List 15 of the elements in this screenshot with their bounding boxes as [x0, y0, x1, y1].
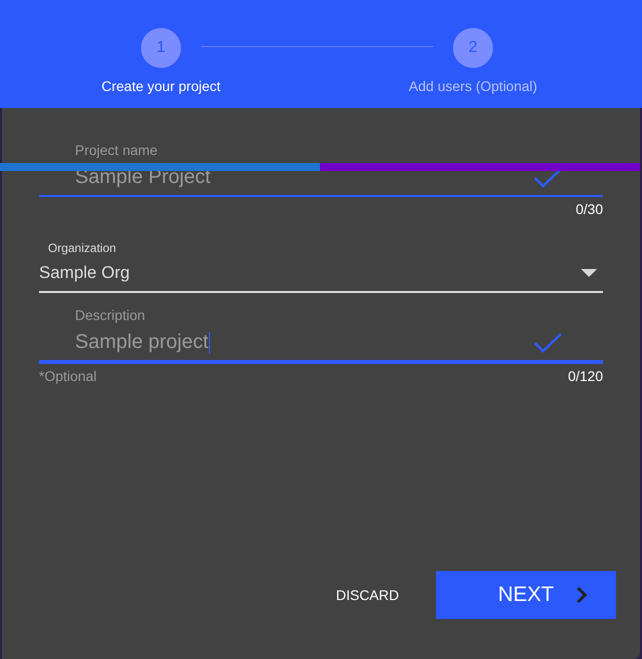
- text-field[interactable]: Description Sample project: [39, 303, 603, 364]
- discard-button[interactable]: DISCARD: [336, 581, 399, 609]
- select-field[interactable]: Sample Org: [39, 255, 603, 293]
- dropdown-caret-icon: [581, 269, 597, 277]
- field-value: Sample project: [75, 331, 210, 354]
- chevron-right-icon: [576, 586, 588, 604]
- helper-text: *Optional: [39, 368, 97, 384]
- field-label: Organization: [48, 241, 118, 255]
- character-counter: 0/30: [576, 201, 603, 217]
- step-label[interactable]: Add users (Optional): [408, 78, 538, 94]
- field-label: Description: [75, 307, 146, 323]
- step-label[interactable]: Create your project: [101, 78, 221, 94]
- next-button[interactable]: NEXT: [436, 571, 616, 619]
- character-counter: 0/120: [568, 368, 603, 384]
- field-label: Project name: [75, 142, 158, 158]
